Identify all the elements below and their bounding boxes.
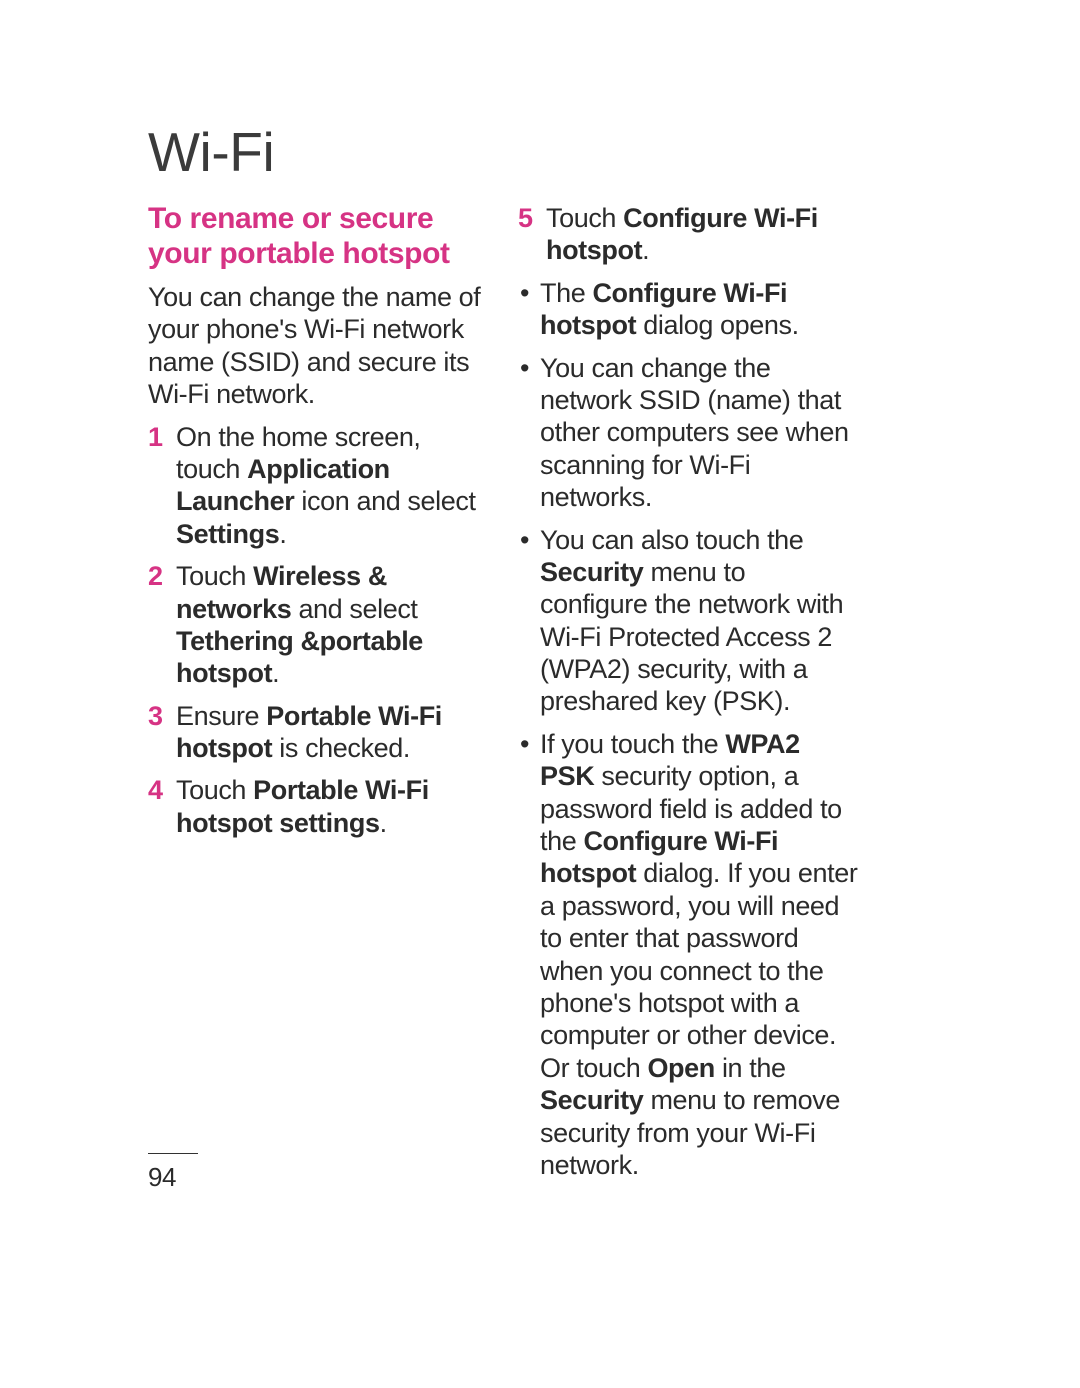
step-text: and select xyxy=(291,594,417,624)
step-text: Touch xyxy=(176,775,253,805)
step-text: Touch xyxy=(176,561,253,591)
step-number: 4 xyxy=(148,774,163,806)
step-text: . xyxy=(642,235,649,265)
bullet-bold: Open xyxy=(647,1053,714,1083)
step-text: is checked. xyxy=(272,733,410,763)
step-number: 3 xyxy=(148,700,163,732)
bullet-text: The xyxy=(540,278,592,308)
bullet-bold: Security xyxy=(540,1085,643,1115)
intro-paragraph: You can change the name of your phone's … xyxy=(148,281,488,411)
step-text: . xyxy=(380,808,387,838)
bullet-1: The Configure Wi-Fi hotspot dialog opens… xyxy=(518,277,858,342)
step-2: 2 Touch Wireless & networks and select T… xyxy=(148,560,488,690)
step-3: 3 Ensure Portable Wi-Fi hotspot is check… xyxy=(148,700,488,765)
page-number: 94 xyxy=(148,1162,198,1193)
bullet-2: You can change the network SSID (name) t… xyxy=(518,352,858,514)
bullet-text: dialog. If you enter a password, you wil… xyxy=(540,858,857,1082)
step-number: 1 xyxy=(148,421,163,453)
bullet-text: dialog opens. xyxy=(636,310,799,340)
step-text: . xyxy=(279,519,286,549)
page-title: Wi-Fi xyxy=(148,120,935,184)
step-4: 4 Touch Portable Wi-Fi hotspot settings. xyxy=(148,774,488,839)
step-5: 5 Touch Configure Wi-Fi hotspot. xyxy=(518,202,858,267)
content-columns: To rename or secure your portable hotspo… xyxy=(148,202,935,1191)
bullet-text: You can change the network SSID (name) t… xyxy=(540,353,849,513)
step-list: 1 On the home screen, touch Application … xyxy=(148,421,488,840)
bullet-text: If you touch the xyxy=(540,729,725,759)
bullet-list: The Configure Wi-Fi hotspot dialog opens… xyxy=(518,277,858,1182)
page-number-block: 94 xyxy=(148,1153,198,1193)
step-text: . xyxy=(272,658,279,688)
page-number-rule xyxy=(148,1153,198,1154)
section-heading: To rename or secure your portable hotspo… xyxy=(148,202,488,271)
bullet-bold: Security xyxy=(540,557,643,587)
bullet-text: You can also touch the xyxy=(540,525,803,555)
right-column: 5 Touch Configure Wi-Fi hotspot. The Con… xyxy=(518,202,858,1191)
step-text: icon and select xyxy=(294,486,475,516)
page: Wi-Fi To rename or secure your portable … xyxy=(0,0,1080,1388)
step-text: Ensure xyxy=(176,701,266,731)
step-bold: Settings xyxy=(176,519,279,549)
left-column: To rename or secure your portable hotspo… xyxy=(148,202,488,1191)
step-text: Touch xyxy=(546,203,623,233)
step-list-continued: 5 Touch Configure Wi-Fi hotspot. xyxy=(518,202,858,267)
step-number: 2 xyxy=(148,560,163,592)
bullet-3: You can also touch the Security menu to … xyxy=(518,524,858,718)
bullet-text: in the xyxy=(715,1053,786,1083)
step-number: 5 xyxy=(518,202,533,234)
step-bold: Tethering &portable hotspot xyxy=(176,626,423,688)
step-1: 1 On the home screen, touch Application … xyxy=(148,421,488,551)
bullet-4: If you touch the WPA2 PSK security optio… xyxy=(518,728,858,1181)
